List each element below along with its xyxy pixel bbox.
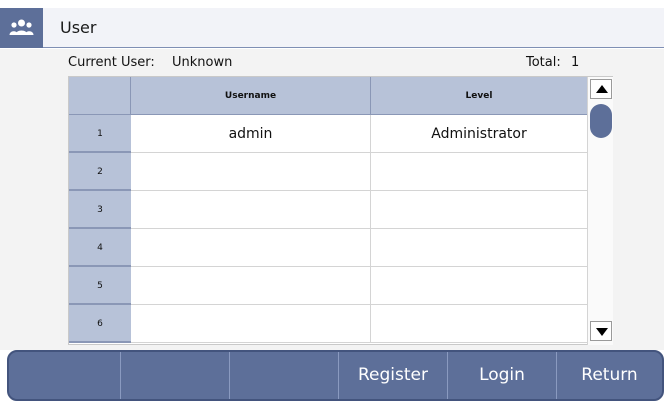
header-corner-cell <box>69 77 131 115</box>
table-row[interactable]: 3 <box>69 191 587 229</box>
table-body: 1 admin Administrator 2 3 4 5 6 <box>69 115 587 345</box>
cell-level[interactable] <box>371 305 587 343</box>
current-user-label: Current User: <box>68 55 155 70</box>
toolbar-button-2[interactable] <box>121 352 230 399</box>
table-row[interactable]: 1 admin Administrator <box>69 115 587 153</box>
vertical-scrollbar[interactable] <box>587 77 613 345</box>
user-table: Username Level 1 admin Administrator 2 3… <box>68 76 613 345</box>
user-panel: Current User: Unknown Total: 1 Username … <box>0 49 664 350</box>
column-header-level[interactable]: Level <box>371 77 587 115</box>
toolbar-button-3[interactable] <box>230 352 339 399</box>
table-row[interactable]: 6 <box>69 305 587 343</box>
bottom-toolbar: Register Login Return <box>7 350 664 401</box>
cell-level[interactable]: Administrator <box>371 115 587 153</box>
cell-username[interactable] <box>131 305 371 343</box>
current-user-value: Unknown <box>172 55 233 70</box>
scroll-down-button[interactable] <box>590 321 612 341</box>
cell-username[interactable] <box>131 267 371 305</box>
cell-level[interactable] <box>371 153 587 191</box>
table-row[interactable]: 2 <box>69 153 587 191</box>
cell-username[interactable] <box>131 229 371 267</box>
arrow-up-icon <box>596 85 608 93</box>
arrow-down-icon <box>596 328 608 336</box>
title-icon-box <box>0 8 43 48</box>
cell-level[interactable] <box>371 267 587 305</box>
users-group-icon <box>9 19 34 35</box>
row-number: 2 <box>69 153 131 191</box>
column-header-username[interactable]: Username <box>131 77 371 115</box>
row-number: 4 <box>69 229 131 267</box>
login-button[interactable]: Login <box>448 352 557 399</box>
table-row[interactable]: 4 <box>69 229 587 267</box>
title-bar: User <box>0 8 664 48</box>
register-button[interactable]: Register <box>339 352 448 399</box>
cell-username[interactable] <box>131 191 371 229</box>
return-button[interactable]: Return <box>557 352 662 399</box>
cell-username[interactable]: admin <box>131 115 371 153</box>
page-title: User <box>60 18 97 37</box>
scroll-thumb[interactable] <box>590 104 612 138</box>
table-header: Username Level <box>69 77 587 115</box>
row-number: 1 <box>69 115 131 153</box>
row-number: 6 <box>69 305 131 343</box>
row-number: 3 <box>69 191 131 229</box>
total-label: Total: <box>526 55 561 70</box>
scroll-up-button[interactable] <box>590 79 612 99</box>
row-number: 5 <box>69 267 131 305</box>
total-value: 1 <box>571 55 580 70</box>
cell-level[interactable] <box>371 191 587 229</box>
cell-username[interactable] <box>131 153 371 191</box>
table-row[interactable]: 5 <box>69 267 587 305</box>
toolbar-button-1[interactable] <box>9 352 121 399</box>
cell-level[interactable] <box>371 229 587 267</box>
